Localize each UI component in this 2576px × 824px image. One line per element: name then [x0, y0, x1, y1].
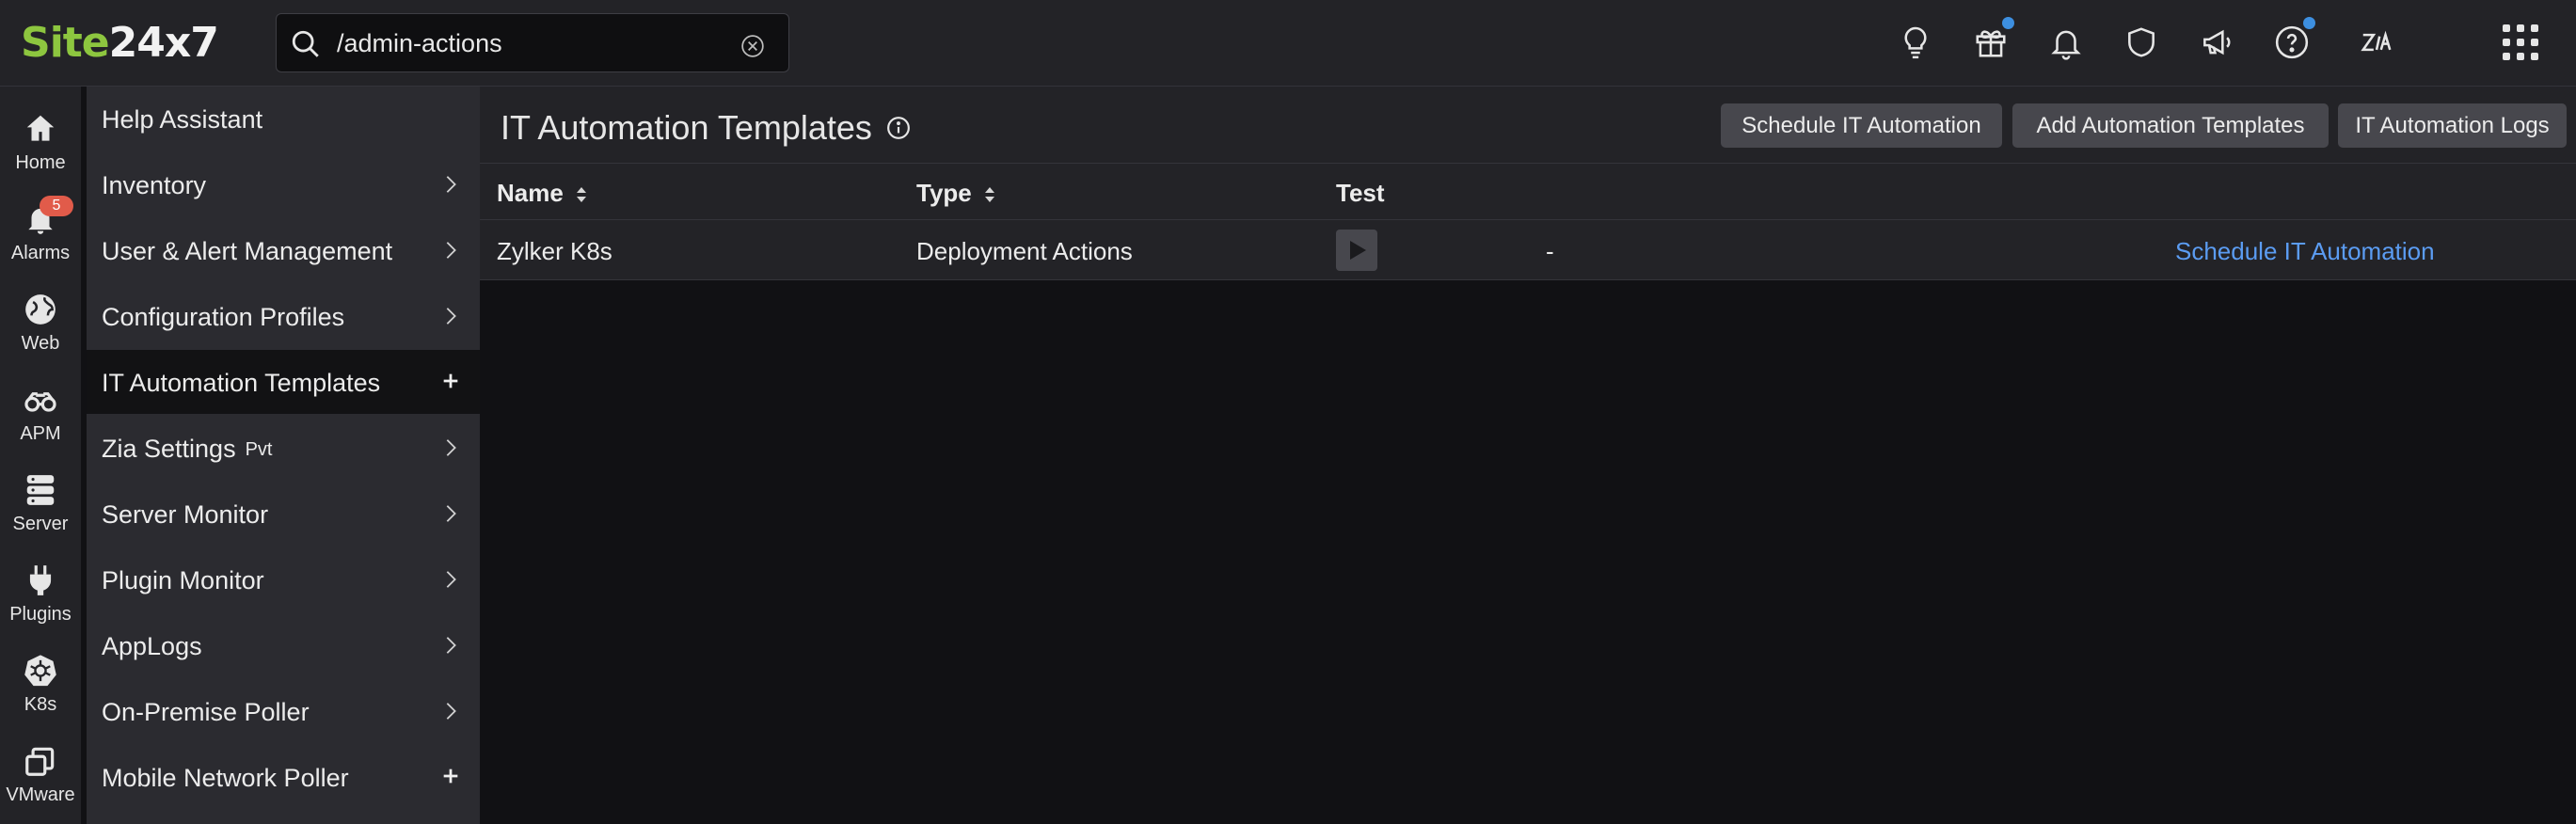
column-header-name[interactable]: Name [497, 179, 587, 208]
table-row: Zylker K8s Deployment Actions - Schedule… [480, 220, 2576, 280]
chevron-right-icon [446, 242, 456, 259]
menu-item-applogs[interactable]: AppLogs [87, 613, 480, 677]
apps-grid-icon[interactable] [2503, 24, 2538, 60]
chevron-right-icon [446, 703, 456, 720]
server-icon [26, 475, 55, 505]
notification-dot [2002, 17, 2014, 29]
main-content: IT Automation Templates Schedule IT Auto… [480, 87, 2576, 824]
chevron-right-icon [446, 176, 456, 193]
table-header: Name Type Test [480, 164, 2576, 220]
chevron-right-icon [446, 439, 456, 456]
zia-icon[interactable] [2359, 24, 2394, 60]
column-header-type[interactable]: Type [916, 179, 995, 208]
help-icon[interactable] [2274, 17, 2315, 60]
home-icon [26, 115, 55, 141]
test-run-button[interactable] [1336, 230, 1377, 271]
chevron-right-icon [446, 637, 456, 654]
icon-rail: Home 5 Alarms Web APM Server Plugins K8s… [0, 87, 81, 824]
clear-search-icon[interactable] [740, 34, 765, 58]
menu-item-inventory[interactable]: Inventory [87, 152, 480, 216]
search-input[interactable] [337, 25, 713, 61]
megaphone-icon[interactable] [2199, 24, 2234, 60]
add-automation-templates-button[interactable]: Add Automation Templates [2012, 103, 2329, 148]
binoculars-icon [24, 392, 56, 412]
alarm-count-badge: 5 [40, 196, 73, 216]
admin-menu: Help Assistant Inventory User & Alert Ma… [87, 87, 480, 824]
menu-item-plugin-monitor[interactable]: Plugin Monitor [87, 547, 480, 611]
notification-dot [2303, 17, 2315, 29]
menu-item-it-automation-templates[interactable]: IT Automation Templates [87, 350, 480, 414]
globe-icon [25, 294, 56, 325]
shield-icon[interactable] [2123, 24, 2159, 60]
rail-item-k8s[interactable]: K8s [0, 643, 81, 734]
plus-icon [443, 373, 458, 388]
menu-item-help-assistant[interactable]: Help Assistant [87, 87, 480, 151]
sort-icon [985, 187, 994, 203]
bell-icon[interactable] [2048, 24, 2084, 60]
menu-item-on-premise-poller[interactable]: On-Premise Poller [87, 679, 480, 743]
menu-item-configuration-profiles[interactable]: Configuration Profiles [87, 284, 480, 348]
pvt-tag: Pvt [245, 439, 273, 460]
rail-item-vmware[interactable]: VMware [0, 734, 81, 824]
schedule-it-automation-link[interactable]: Schedule IT Automation [2175, 237, 2435, 266]
plug-icon [29, 565, 52, 595]
page-title: IT Automation Templates [501, 108, 872, 147]
page-header: IT Automation Templates Schedule IT Auto… [480, 87, 2576, 164]
template-type: Deployment Actions [916, 237, 1133, 265]
rail-item-alarms[interactable]: 5 Alarms [0, 192, 81, 282]
kubernetes-icon [24, 655, 56, 687]
search-icon [292, 30, 319, 57]
info-icon[interactable] [886, 116, 911, 140]
rail-item-plugins[interactable]: Plugins [0, 553, 81, 643]
vmware-icon [25, 747, 55, 776]
top-bar: Site24x7 [0, 0, 2576, 87]
empty-value: - [1546, 237, 1554, 265]
plus-icon [443, 769, 458, 784]
chevron-right-icon [446, 308, 456, 325]
play-icon [1350, 241, 1366, 260]
site24x7-logo[interactable]: Site24x7 [21, 19, 219, 67]
rail-item-web[interactable]: Web [0, 282, 81, 372]
template-name[interactable]: Zylker K8s [497, 237, 612, 266]
column-header-test: Test [1336, 179, 1385, 207]
menu-item-mobile-network-poller[interactable]: Mobile Network Poller [87, 745, 480, 809]
rail-item-server[interactable]: Server [0, 463, 81, 553]
menu-item-zia-settings[interactable]: Zia Settings Pvt [87, 416, 480, 480]
gift-icon[interactable] [1973, 17, 2014, 60]
rail-item-home[interactable]: Home [0, 102, 81, 192]
menu-item-server-monitor[interactable]: Server Monitor [87, 482, 480, 546]
sort-icon [577, 187, 587, 203]
rail-item-apm[interactable]: APM [0, 372, 81, 463]
chevron-right-icon [446, 571, 456, 588]
chevron-right-icon [446, 505, 456, 522]
menu-item-user-alert-management[interactable]: User & Alert Management [87, 218, 480, 282]
search-box[interactable] [276, 13, 789, 72]
it-automation-logs-button[interactable]: IT Automation Logs [2338, 103, 2567, 148]
schedule-it-automation-button[interactable]: Schedule IT Automation [1721, 103, 2002, 148]
lightbulb-icon[interactable] [1898, 24, 1933, 60]
